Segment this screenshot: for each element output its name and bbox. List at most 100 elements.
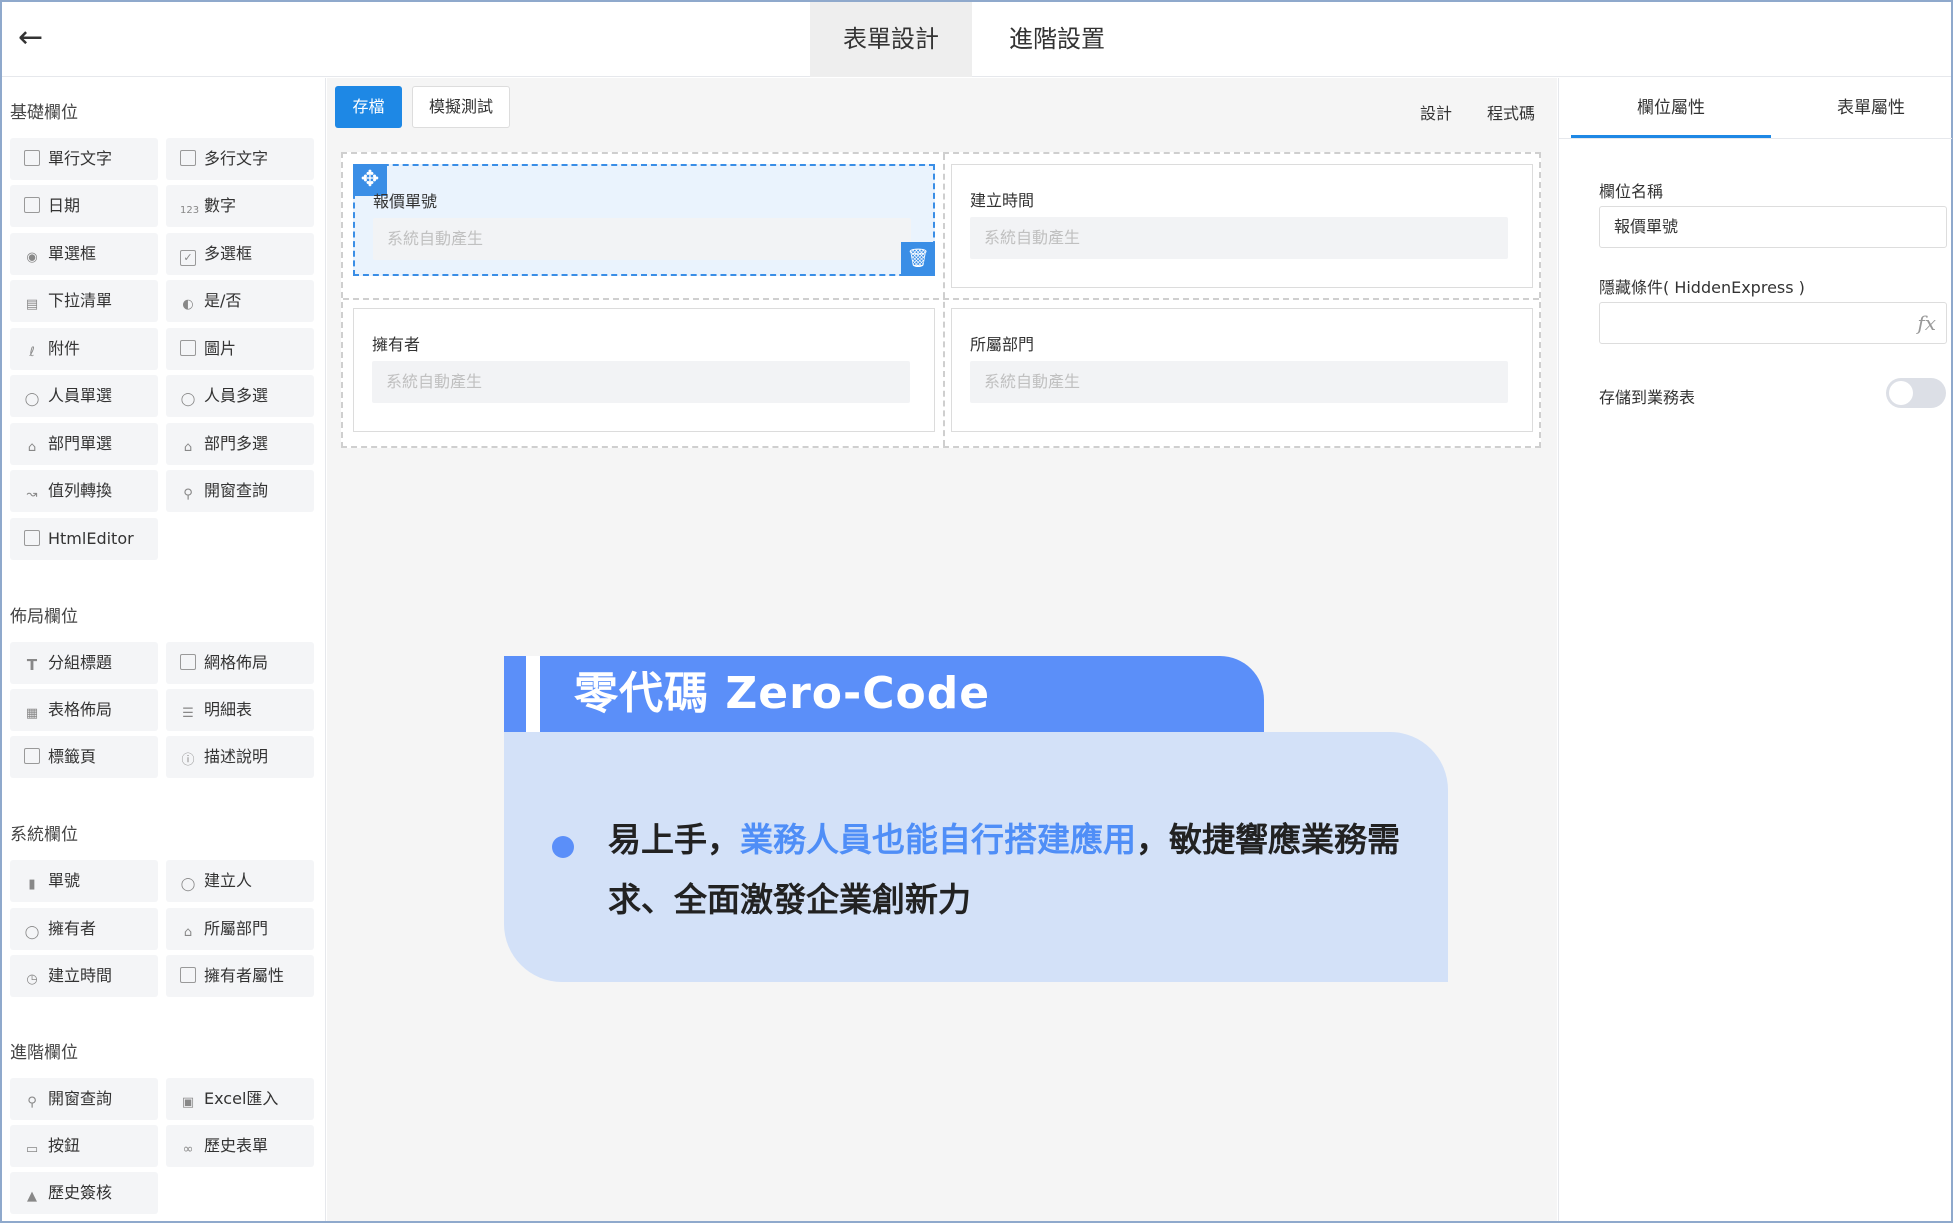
field-grid-layout[interactable]: 網格佈局 xyxy=(166,642,314,684)
field-dropdown[interactable]: ▤ 下拉清單 xyxy=(10,280,158,322)
section-title-advanced-fields: 進階欄位 xyxy=(10,1043,78,1063)
hidden-condition-input[interactable]: fx xyxy=(1599,302,1947,344)
department-icon: ⌂ xyxy=(27,440,37,455)
multi-line-icon xyxy=(180,150,196,166)
section-title-basic-fields: 基礎欄位 xyxy=(10,103,78,123)
search-icon: ⚲ xyxy=(183,487,193,502)
field-department-multi[interactable]: ⌂ 部門多選 xyxy=(166,423,314,465)
cell-label: 所屬部門 xyxy=(970,335,1035,354)
folder-tab-icon xyxy=(24,748,40,764)
user-icon: ◯ xyxy=(180,877,196,892)
image-icon xyxy=(180,340,196,356)
checkbox-icon: ✓ xyxy=(180,250,196,266)
field-tab-page[interactable]: 標籤頁 xyxy=(10,736,158,778)
design-mode-link[interactable]: 設計 xyxy=(1420,100,1452,124)
editor-icon xyxy=(24,530,40,546)
field-image[interactable]: 圖片 xyxy=(166,328,314,370)
form-canvas: 存檔 模擬測試 設計 程式碼 ✥ 報價單號 系統自動產生 🗑 建立時間 系統自動… xyxy=(327,78,1557,1221)
field-creator[interactable]: ◯ 建立人 xyxy=(166,860,314,902)
properties-panel: 欄位屬性 表單屬性 欄位名稱 報價單號 隱藏條件( HiddenExpress … xyxy=(1558,78,1953,1221)
field-excel-import[interactable]: ▣ Excel匯入 xyxy=(166,1078,314,1120)
toggle-icon: ◐ xyxy=(182,297,194,312)
field-group-title[interactable]: T 分組標題 xyxy=(10,642,158,684)
field-button[interactable]: ▭ 按鈕 xyxy=(10,1125,158,1167)
radio-icon: ◉ xyxy=(26,250,38,265)
single-line-icon xyxy=(24,150,40,166)
form-cell-created-time[interactable]: 建立時間 系統自動產生 xyxy=(951,164,1533,288)
tab-advanced-settings[interactable]: 進階設置 xyxy=(976,2,1138,77)
zero-code-banner-header: 零代碼 Zero-Code xyxy=(504,656,1264,732)
field-user-single[interactable]: ◯ 人員單選 xyxy=(10,375,158,417)
field-owner[interactable]: ◯ 擁有者 xyxy=(10,908,158,950)
search-icon: ⚲ xyxy=(27,1095,37,1110)
simulate-test-button[interactable]: 模擬測試 xyxy=(412,86,510,128)
form-cell-quote-number[interactable]: ✥ 報價單號 系統自動產生 🗑 xyxy=(353,164,935,276)
bullet-icon xyxy=(552,836,574,858)
field-checkbox[interactable]: ✓ 多選框 xyxy=(166,233,314,275)
info-icon: ⓘ xyxy=(181,753,195,768)
field-date[interactable]: 日期 xyxy=(10,185,158,227)
grid-row-divider xyxy=(343,298,1539,300)
field-radio[interactable]: ◉ 單選框 xyxy=(10,233,158,275)
field-description[interactable]: ⓘ 描述說明 xyxy=(166,736,314,778)
clock-icon: ◷ xyxy=(26,972,38,987)
banner-stripe xyxy=(526,656,540,732)
cell-input[interactable]: 系統自動產生 xyxy=(970,361,1508,403)
tab-form-properties[interactable]: 表單屬性 xyxy=(1771,78,1953,138)
fx-icon[interactable]: fx xyxy=(1917,303,1936,343)
cell-input[interactable]: 系統自動產生 xyxy=(372,361,910,403)
section-title-system-fields: 系統欄位 xyxy=(10,825,78,845)
field-history-approval[interactable]: ▲ 歷史簽核 xyxy=(10,1172,158,1214)
field-multi-line-text[interactable]: 多行文字 xyxy=(166,138,314,180)
transform-icon: ↝ xyxy=(26,487,38,502)
zero-code-banner-body: 易上手，業務人員也能自行搭建應用，敏捷響應業務需求、全面激發企業創新力 xyxy=(504,732,1448,982)
form-cell-department[interactable]: 所屬部門 系統自動產生 xyxy=(951,308,1533,432)
field-serial-number[interactable]: ▮ 單號 xyxy=(10,860,158,902)
field-history-form[interactable]: ∞ 歷史表單 xyxy=(166,1125,314,1167)
store-business-table-label: 存儲到業務表 xyxy=(1599,388,1696,407)
cell-input[interactable]: 系統自動產生 xyxy=(970,217,1508,259)
cell-label: 擁有者 xyxy=(372,335,421,354)
excel-icon: ▣ xyxy=(181,1095,195,1110)
store-business-table-toggle[interactable] xyxy=(1886,378,1946,408)
users-icon: ◯ xyxy=(180,392,196,407)
field-name-label: 欄位名稱 xyxy=(1599,182,1664,201)
field-created-time[interactable]: ◷ 建立時間 xyxy=(10,955,158,997)
cell-label: 報價單號 xyxy=(373,192,438,211)
user-icon: ◯ xyxy=(24,392,40,407)
field-detail-table[interactable]: ☰ 明細表 xyxy=(166,689,314,731)
hidden-condition-label: 隱藏條件( HiddenExpress ) xyxy=(1599,278,1805,297)
field-html-editor[interactable]: HtmlEditor xyxy=(10,518,158,560)
grid-icon xyxy=(180,654,196,670)
field-yes-no[interactable]: ◐ 是/否 xyxy=(166,280,314,322)
field-department-single[interactable]: ⌂ 部門單選 xyxy=(10,423,158,465)
barcode-icon: ▮ xyxy=(28,877,36,892)
field-table-layout[interactable]: ▦ 表格佈局 xyxy=(10,689,158,731)
toggle-knob xyxy=(1889,381,1913,405)
arrow-left-icon[interactable]: ← xyxy=(18,20,54,56)
tab-form-design[interactable]: 表單設計 xyxy=(810,2,972,77)
calendar-icon xyxy=(24,197,40,213)
save-button[interactable]: 存檔 xyxy=(335,86,402,128)
tab-field-properties[interactable]: 欄位屬性 xyxy=(1571,78,1771,138)
stamp-icon: ▲ xyxy=(27,1189,37,1204)
department-icon: ⌂ xyxy=(183,925,193,940)
dropdown-icon: ▤ xyxy=(25,297,39,312)
field-number[interactable]: 123 數字 xyxy=(166,185,314,227)
cell-label: 建立時間 xyxy=(970,191,1035,210)
field-owner-attributes[interactable]: 擁有者屬性 xyxy=(166,955,314,997)
cell-input[interactable]: 系統自動產生 xyxy=(373,218,911,260)
field-single-line-text[interactable]: 單行文字 xyxy=(10,138,158,180)
code-mode-link[interactable]: 程式碼 xyxy=(1487,100,1535,124)
field-popup-query[interactable]: ⚲ 開窗查詢 xyxy=(166,470,314,512)
field-owner-department[interactable]: ⌂ 所屬部門 xyxy=(166,908,314,950)
field-value-transform[interactable]: ↝ 值列轉換 xyxy=(10,470,158,512)
tabs-divider xyxy=(1559,138,1952,139)
field-attachment[interactable]: ℓ 附件 xyxy=(10,328,158,370)
form-cell-owner[interactable]: 擁有者 系統自動產生 xyxy=(353,308,935,432)
field-palette-sidebar: 基礎欄位 單行文字 多行文字 日期 123 數字 ◉ 單選框 ✓ 多選框 ▤ 下拉清單 … xyxy=(2,78,326,1221)
field-advanced-popup-query[interactable]: ⚲ 開窗查詢 xyxy=(10,1078,158,1120)
trash-icon[interactable]: 🗑 xyxy=(901,242,935,276)
field-name-input[interactable]: 報價單號 xyxy=(1599,206,1947,248)
field-user-multi[interactable]: ◯ 人員多選 xyxy=(166,375,314,417)
